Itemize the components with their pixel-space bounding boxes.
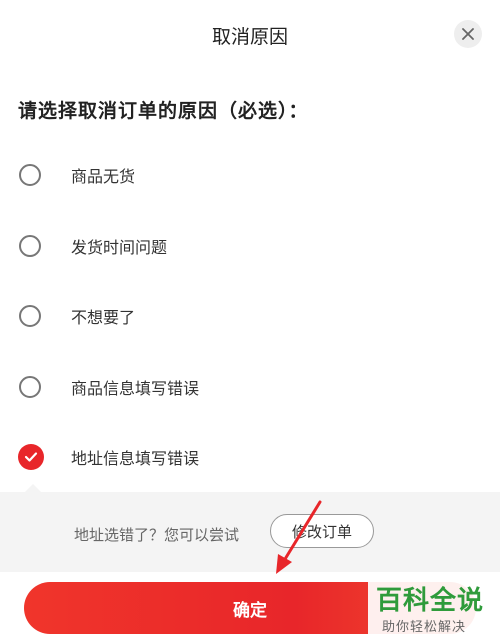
reason-option-label: 不想要了 [71,308,136,328]
reason-prompt: 请选择取消订单的原因（必选）： [18,100,309,122]
dialog-title: 取消原因 [211,26,288,48]
reason-option[interactable]: 发货时间问题 [0,211,500,282]
cancel-reason-sheet: 取消原因 请选择取消订单的原因（必选）： 商品无货 发货时间问题 不想要了 商品… [0,0,500,642]
close-icon [462,28,474,40]
watermark-title: 百科全说 [376,586,485,616]
watermark-subtitle: 助你轻松解决 [382,620,467,635]
close-button[interactable] [454,20,482,48]
reason-option[interactable]: 商品无货 [0,140,500,211]
hint-caret [25,484,41,492]
reason-option[interactable]: 不想要了 [0,281,500,352]
reason-option-label: 发货时间问题 [71,237,168,257]
radio-unchecked-icon[interactable] [19,375,41,398]
radio-unchecked-icon[interactable] [19,234,41,257]
radio-checked-icon[interactable] [18,444,44,471]
reason-options-list: 商品无货 发货时间问题 不想要了 商品信息填写错误 地址信息填写错误 [0,140,500,493]
radio-unchecked-icon[interactable] [19,164,41,187]
reason-option-label: 地址信息填写错误 [71,449,200,469]
reason-option[interactable]: 商品信息填写错误 [0,352,500,423]
reason-option-selected[interactable]: 地址信息填写错误 [0,422,500,493]
checkmark-icon [24,452,38,462]
radio-unchecked-icon[interactable] [19,305,41,328]
watermark: 百科全说 助你轻松解决 [368,578,500,642]
reason-option-label: 商品信息填写错误 [71,378,200,398]
hint-text: 地址选错了？您可以尝试 [74,526,240,544]
reason-option-label: 商品无货 [71,167,136,187]
annotation-arrow-icon [276,500,322,574]
